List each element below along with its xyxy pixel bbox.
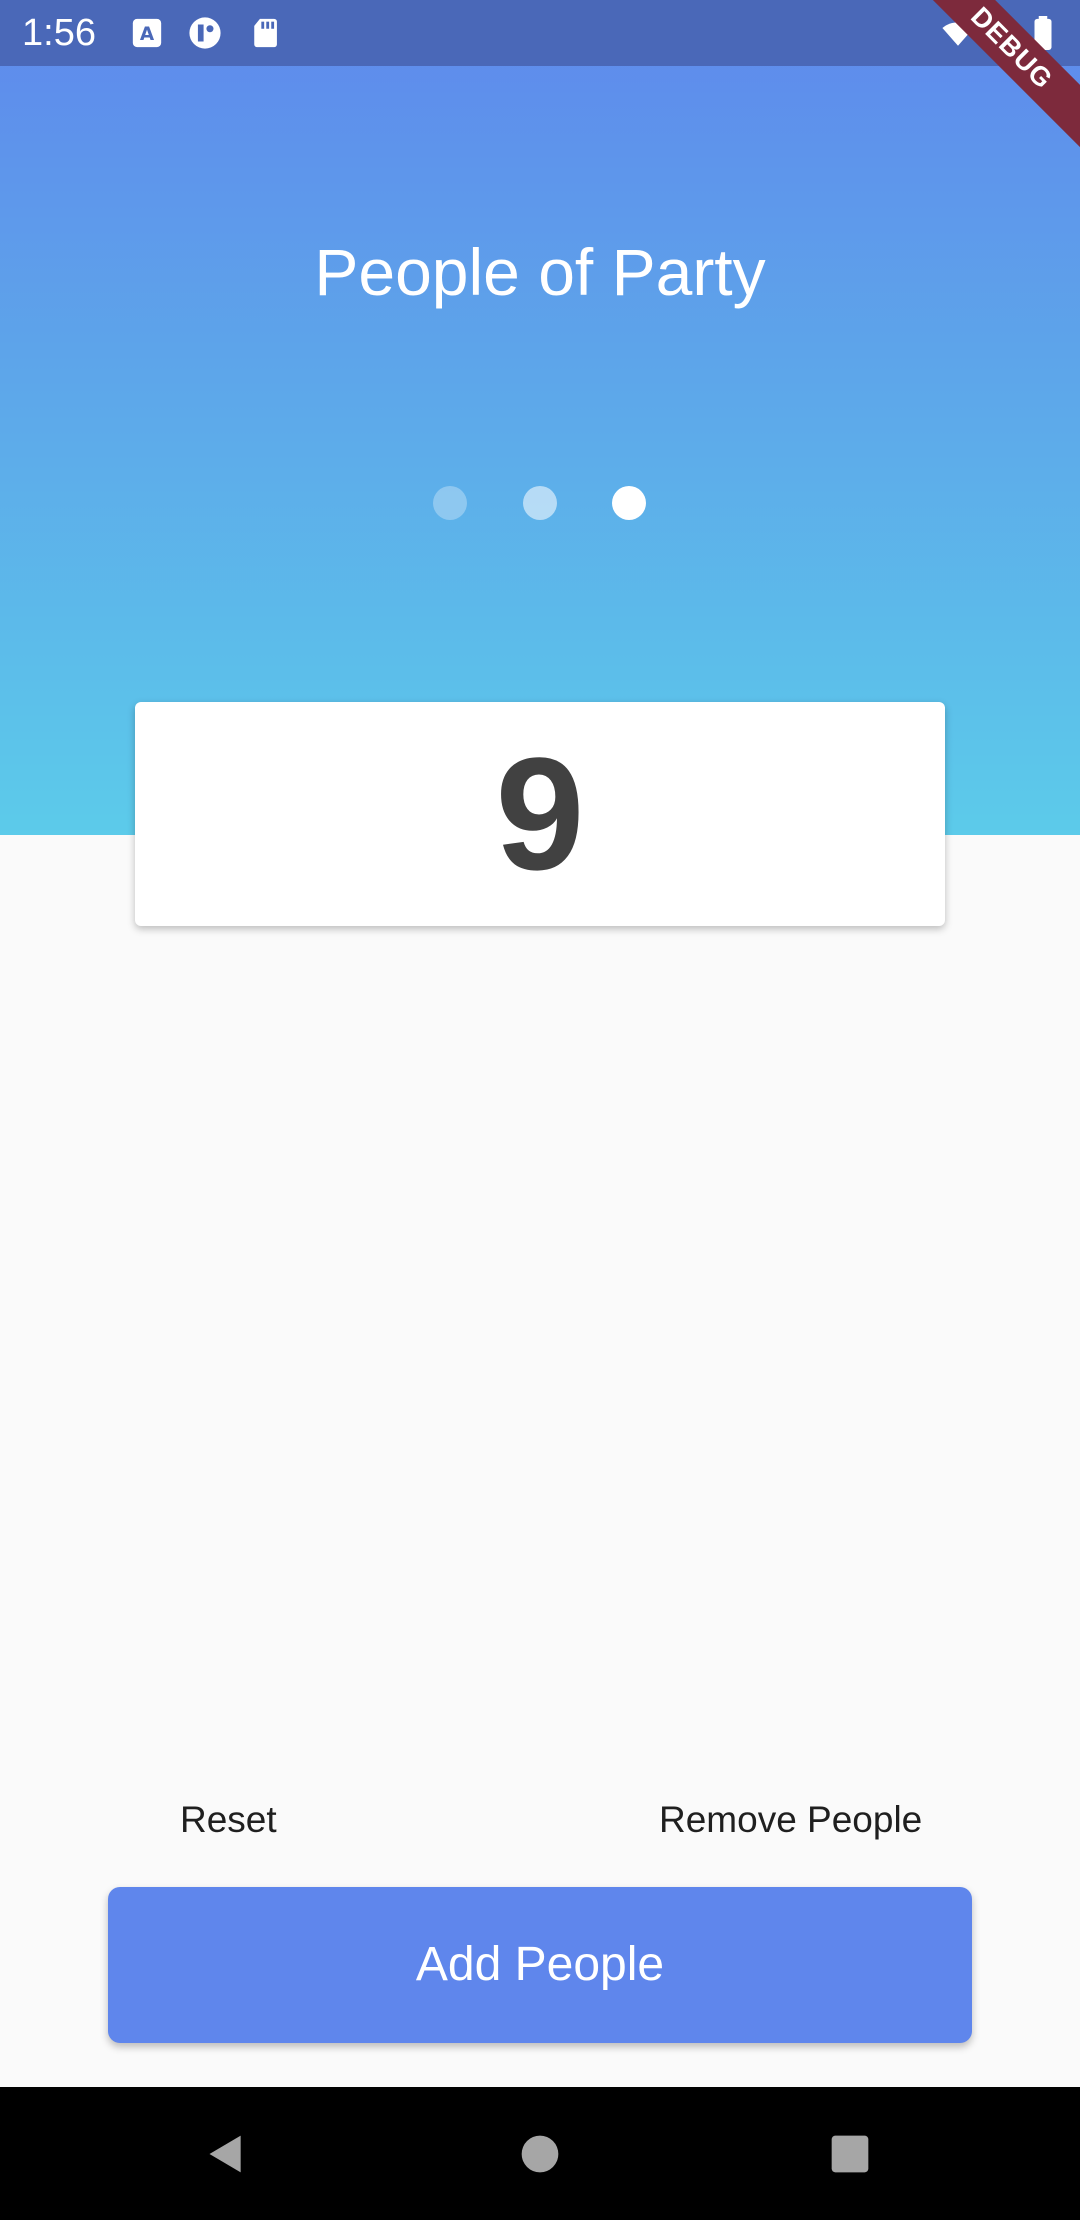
text-a-icon: A <box>130 16 164 50</box>
status-bar: 1:56 A <box>0 0 1080 66</box>
page-dot-1[interactable] <box>433 486 467 520</box>
page-indicator <box>0 486 1080 520</box>
screen: People of Party 1:56 A DEBUG 9 Reset Rem… <box>0 0 1080 2220</box>
navigation-bar <box>0 2087 1080 2220</box>
recents-icon[interactable] <box>828 2132 872 2176</box>
back-icon[interactable] <box>204 2132 248 2176</box>
counter-card: 9 <box>135 702 945 926</box>
page-dot-2[interactable] <box>523 486 557 520</box>
people-count: 9 <box>495 724 585 903</box>
page-title: People of Party <box>314 235 766 309</box>
remove-people-button[interactable]: Remove People <box>659 1790 922 1850</box>
sd-card-icon <box>250 16 284 50</box>
status-time: 1:56 <box>22 12 96 54</box>
app-circle-icon <box>188 16 222 50</box>
page-dot-3-active[interactable] <box>612 486 646 520</box>
home-icon[interactable] <box>518 2132 562 2176</box>
reset-button[interactable]: Reset <box>180 1790 277 1850</box>
add-people-button[interactable]: Add People <box>108 1887 972 2043</box>
svg-text:A: A <box>140 24 155 45</box>
